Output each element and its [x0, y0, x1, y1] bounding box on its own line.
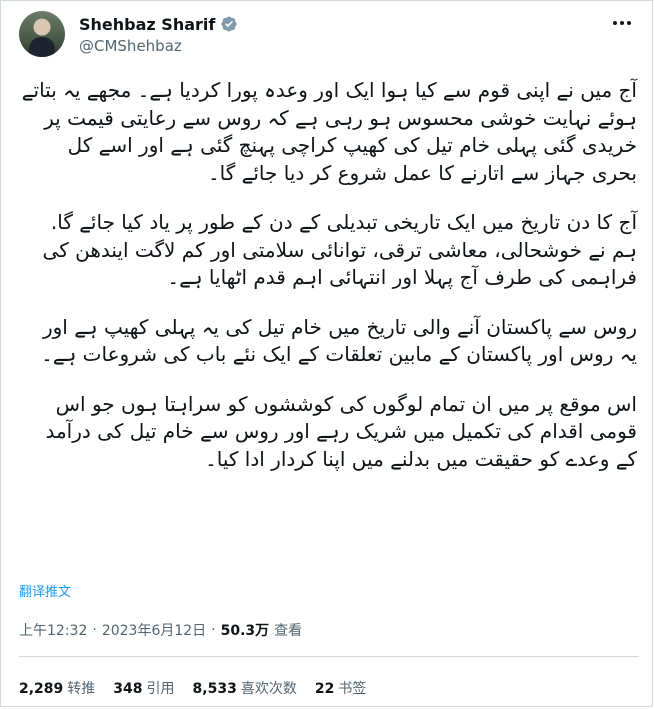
tweet-paragraph: آج میں نے اپنی قوم سے کیا ہوا ایک اور وع… — [21, 78, 637, 185]
meta-separator: · — [92, 622, 97, 638]
tweet-time[interactable]: 上午12:32 — [19, 620, 87, 640]
more-options-icon[interactable] — [613, 17, 635, 29]
avatar[interactable] — [19, 11, 65, 57]
retweets-stat[interactable]: 2,289 转推 — [19, 678, 95, 698]
tweet-paragraph: آج کا دن تاریخ میں ایک تاریخی تبدیلی کے … — [42, 210, 637, 289]
views-label: 查看 — [274, 623, 303, 639]
divider — [19, 656, 639, 657]
author-handle[interactable]: @CMShehbaz — [79, 37, 182, 55]
tweet-date[interactable]: 2023年6月12日 — [102, 620, 206, 640]
meta-separator: · — [211, 622, 216, 638]
tweet-card: Shehbaz Sharif @CMShehbaz آج میں نے اپنی… — [0, 0, 653, 707]
tweet-stats: 2,289 转推 348 引用 8,533 喜欢次数 22 书签 — [19, 678, 366, 698]
bookmarks-stat[interactable]: 22 书签 — [315, 678, 366, 698]
tweet-paragraph: روس سے پاکستان آنے والی تاریخ میں خام تی… — [41, 314, 637, 367]
tweet-text: آج میں نے اپنی قوم سے کیا ہوا ایک اور وع… — [21, 77, 637, 495]
tweet-header: Shehbaz Sharif @CMShehbaz — [19, 11, 639, 59]
verified-badge-icon — [221, 16, 238, 32]
translate-tweet-link[interactable]: 翻译推文 — [19, 581, 71, 600]
tweet-meta: 上午12:32 · 2023年6月12日 · 50.3万 查看 — [19, 620, 302, 640]
author-name-row[interactable]: Shehbaz Sharif — [79, 13, 238, 35]
likes-stat[interactable]: 8,533 喜欢次数 — [193, 678, 297, 698]
author-display-name[interactable]: Shehbaz Sharif — [79, 15, 215, 34]
tweet-paragraph: اس موقع پر میں ان تمام لوگوں کی کوششوں ک… — [45, 391, 637, 471]
quotes-stat[interactable]: 348 引用 — [113, 678, 174, 698]
views-count[interactable]: 50.3万 — [221, 620, 270, 640]
